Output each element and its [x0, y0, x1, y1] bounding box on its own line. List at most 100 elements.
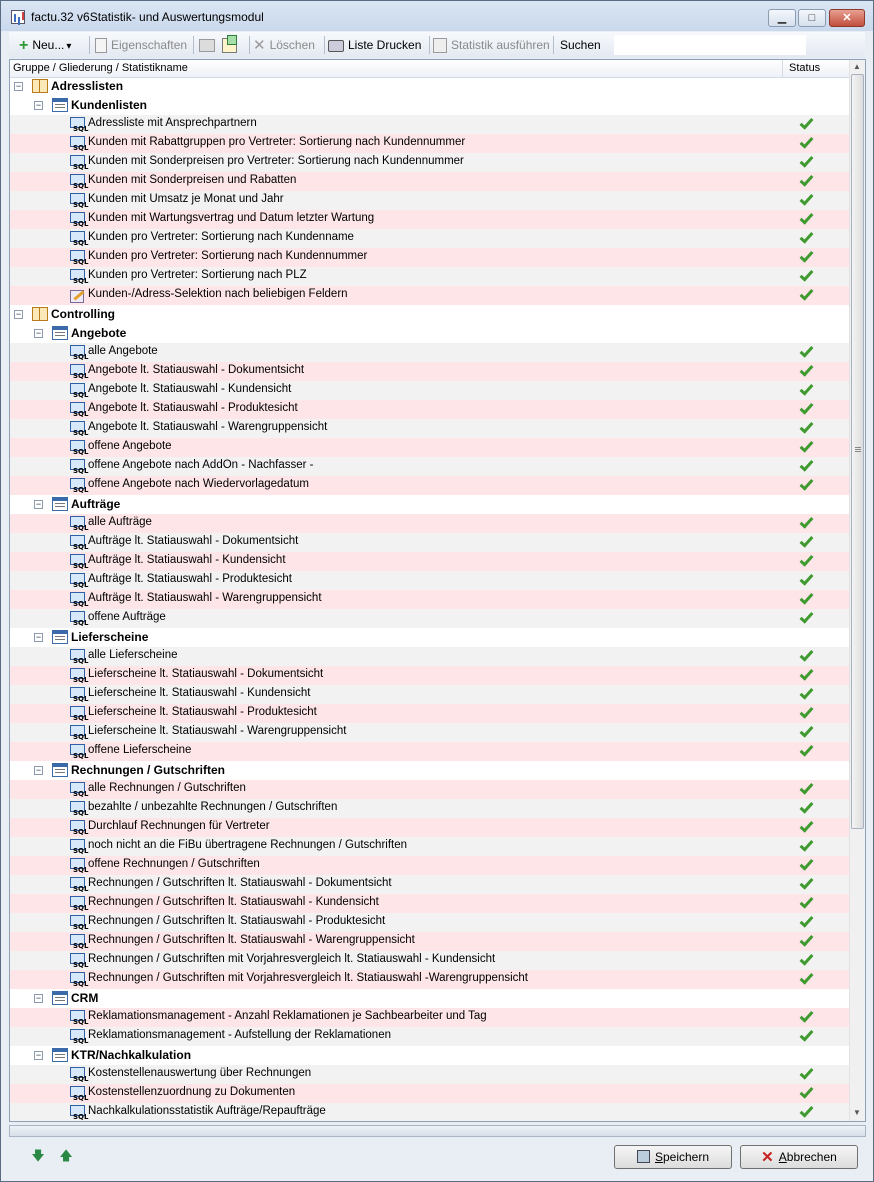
collapse-icon[interactable]: − [34, 101, 43, 110]
collapse-icon[interactable]: − [34, 329, 43, 338]
collapse-icon[interactable]: − [34, 1051, 43, 1060]
tree-subgroup-row[interactable]: − Aufträge [10, 495, 849, 514]
statistic-row[interactable]: alle Aufträge [10, 514, 849, 533]
statistic-row[interactable]: Rechnungen / Gutschriften lt. Statiauswa… [10, 932, 849, 951]
statistic-row[interactable]: offene Angebote nach Wiedervorlagedatum [10, 476, 849, 495]
statistic-row[interactable]: Lieferscheine lt. Statiauswahl - Warengr… [10, 723, 849, 742]
statistic-row[interactable]: Angebote lt. Statiauswahl - Produktesich… [10, 400, 849, 419]
statistic-row[interactable]: Rechnungen / Gutschriften mit Vorjahresv… [10, 970, 849, 989]
horizontal-scrollbar[interactable] [9, 1125, 866, 1137]
cancel-button[interactable]: ✕ Abbrechen [740, 1145, 858, 1169]
statistic-row[interactable]: offene Rechnungen / Gutschriften [10, 856, 849, 875]
column-header-status[interactable]: Status [789, 62, 820, 74]
statistic-row[interactable]: Rechnungen / Gutschriften mit Vorjahresv… [10, 951, 849, 970]
sql-report-icon [69, 116, 88, 133]
folder-move-button[interactable] [199, 35, 215, 55]
collapse-icon[interactable]: − [34, 500, 43, 509]
statistic-row[interactable]: Kunden mit Umsatz je Monat und Jahr [10, 191, 849, 210]
statistic-row[interactable]: Kunden mit Wartungsvertrag und Datum let… [10, 210, 849, 229]
statistic-row[interactable]: alle Lieferscheine [10, 647, 849, 666]
scrollbar-thumb[interactable] [851, 74, 864, 829]
copy-button[interactable] [222, 35, 237, 55]
statistic-row[interactable]: Aufträge lt. Statiauswahl - Warengruppen… [10, 590, 849, 609]
collapse-icon[interactable]: − [34, 994, 43, 1003]
tree-subgroup-row[interactable]: − Kundenlisten [10, 96, 849, 115]
statistic-row[interactable]: Kunden mit Rabattgruppen pro Vertreter: … [10, 134, 849, 153]
statistic-row[interactable]: alle Angebote [10, 343, 849, 362]
delete-button[interactable]: ✕ Löschen [253, 35, 315, 55]
statistic-name: Durchlauf Rechnungen für Vertreter [88, 820, 270, 832]
statistic-row[interactable]: Kunden pro Vertreter: Sortierung nach PL… [10, 267, 849, 286]
scroll-down-icon[interactable]: ▼ [853, 1108, 861, 1117]
tree-subgroup-row[interactable]: − CRM [10, 989, 849, 1008]
properties-label: Eigenschaften [111, 38, 188, 52]
sql-report-icon [69, 933, 88, 950]
status-check-icon [799, 554, 813, 568]
save-button[interactable]: Speichern [614, 1145, 732, 1169]
properties-button[interactable]: Eigenschaften [95, 35, 187, 55]
minimize-button[interactable]: ▁ [768, 9, 796, 27]
sql-report-icon [69, 781, 88, 798]
statistic-row[interactable]: Kostenstellenzuordnung zu Dokumenten [10, 1084, 849, 1103]
tree-subgroup-row[interactable]: − Rechnungen / Gutschriften [10, 761, 849, 780]
statistic-row[interactable]: noch nicht an die FiBu übertragene Rechn… [10, 837, 849, 856]
close-button[interactable]: ✕ [829, 9, 865, 27]
statistic-row[interactable]: Kunden-/Adress-Selektion nach beliebigen… [10, 286, 849, 305]
sql-report-icon [69, 515, 88, 532]
statistic-row[interactable]: Aufträge lt. Statiauswahl - Kundensicht [10, 552, 849, 571]
statistic-row[interactable]: Lieferscheine lt. Statiauswahl - Produkt… [10, 704, 849, 723]
tree-subgroup-row[interactable]: − KTR/Nachkalkulation [10, 1046, 849, 1065]
statistic-row[interactable]: Rechnungen / Gutschriften lt. Statiauswa… [10, 875, 849, 894]
tree-subgroup-row[interactable]: − Angebote [10, 324, 849, 343]
statistic-row[interactable]: Durchlauf Rechnungen für Vertreter [10, 818, 849, 837]
column-header-name[interactable]: Gruppe / Gliederung / Statistikname [13, 62, 188, 74]
save-accel: S [654, 1150, 663, 1164]
move-down-icon[interactable]: 🡇 [31, 1149, 45, 1163]
statistic-row[interactable]: Kunden mit Sonderpreisen und Rabatten [10, 172, 849, 191]
statistic-row[interactable]: offene Angebote nach AddOn - Nachfasser … [10, 457, 849, 476]
sql-report-icon [69, 648, 88, 665]
sql-report-icon [69, 401, 88, 418]
maximize-button[interactable]: □ [798, 9, 826, 27]
statistic-row[interactable]: offene Angebote [10, 438, 849, 457]
statistic-row[interactable]: Rechnungen / Gutschriften lt. Statiauswa… [10, 913, 849, 932]
collapse-icon[interactable]: − [34, 766, 43, 775]
statistic-row[interactable]: Lieferscheine lt. Statiauswahl - Kundens… [10, 685, 849, 704]
collapse-icon[interactable]: − [14, 310, 23, 319]
search-input[interactable] [614, 35, 806, 55]
scroll-up-icon[interactable]: ▲ [853, 62, 861, 71]
statistic-row[interactable]: offene Aufträge [10, 609, 849, 628]
tree-subgroup-row[interactable]: − Lieferscheine [10, 628, 849, 647]
statistic-row[interactable]: Nachkalkulationsstatistik Aufträge/Repau… [10, 1103, 849, 1121]
statistic-row[interactable]: Kunden mit Sonderpreisen pro Vertreter: … [10, 153, 849, 172]
statistic-row[interactable]: Aufträge lt. Statiauswahl - Produktesich… [10, 571, 849, 590]
statistic-row[interactable]: Angebote lt. Statiauswahl - Kundensicht [10, 381, 849, 400]
collapse-icon[interactable]: − [14, 82, 23, 91]
statistic-row[interactable]: Reklamationsmanagement - Anzahl Reklamat… [10, 1008, 849, 1027]
statistic-row[interactable]: Kunden pro Vertreter: Sortierung nach Ku… [10, 229, 849, 248]
statistic-row[interactable]: Reklamationsmanagement - Aufstellung der… [10, 1027, 849, 1046]
status-check-icon [799, 706, 813, 720]
print-list-button[interactable]: Liste Drucken [328, 35, 421, 55]
sql-report-icon [69, 1104, 88, 1121]
new-button[interactable]: + Neu... ▾ [19, 35, 71, 55]
move-up-icon[interactable]: 🡅 [59, 1149, 73, 1163]
statistic-name: Aufträge lt. Statiauswahl - Dokumentsich… [88, 535, 299, 547]
sql-report-icon [69, 914, 88, 931]
statistic-row[interactable]: Lieferscheine lt. Statiauswahl - Dokumen… [10, 666, 849, 685]
statistic-row[interactable]: Kostenstellenauswertung über Rechnungen [10, 1065, 849, 1084]
statistic-row[interactable]: Kunden pro Vertreter: Sortierung nach Ku… [10, 248, 849, 267]
statistic-row[interactable]: Adressliste mit Ansprechpartnern [10, 115, 849, 134]
vertical-scrollbar[interactable]: ▲ ▼ [849, 60, 865, 1121]
statistic-row[interactable]: Aufträge lt. Statiauswahl - Dokumentsich… [10, 533, 849, 552]
statistic-row[interactable]: bezahlte / unbezahlte Rechnungen / Gutsc… [10, 799, 849, 818]
statistic-row[interactable]: Angebote lt. Statiauswahl - Dokumentsich… [10, 362, 849, 381]
statistic-row[interactable]: Angebote lt. Statiauswahl - Warengruppen… [10, 419, 849, 438]
tree-group-row[interactable]: − Adresslisten [10, 77, 849, 96]
tree-group-row[interactable]: − Controlling [10, 305, 849, 324]
statistic-row[interactable]: Rechnungen / Gutschriften lt. Statiauswa… [10, 894, 849, 913]
run-statistic-button[interactable]: Statistik ausführen [433, 35, 550, 55]
collapse-icon[interactable]: − [34, 633, 43, 642]
statistic-row[interactable]: alle Rechnungen / Gutschriften [10, 780, 849, 799]
statistic-row[interactable]: offene Lieferscheine [10, 742, 849, 761]
